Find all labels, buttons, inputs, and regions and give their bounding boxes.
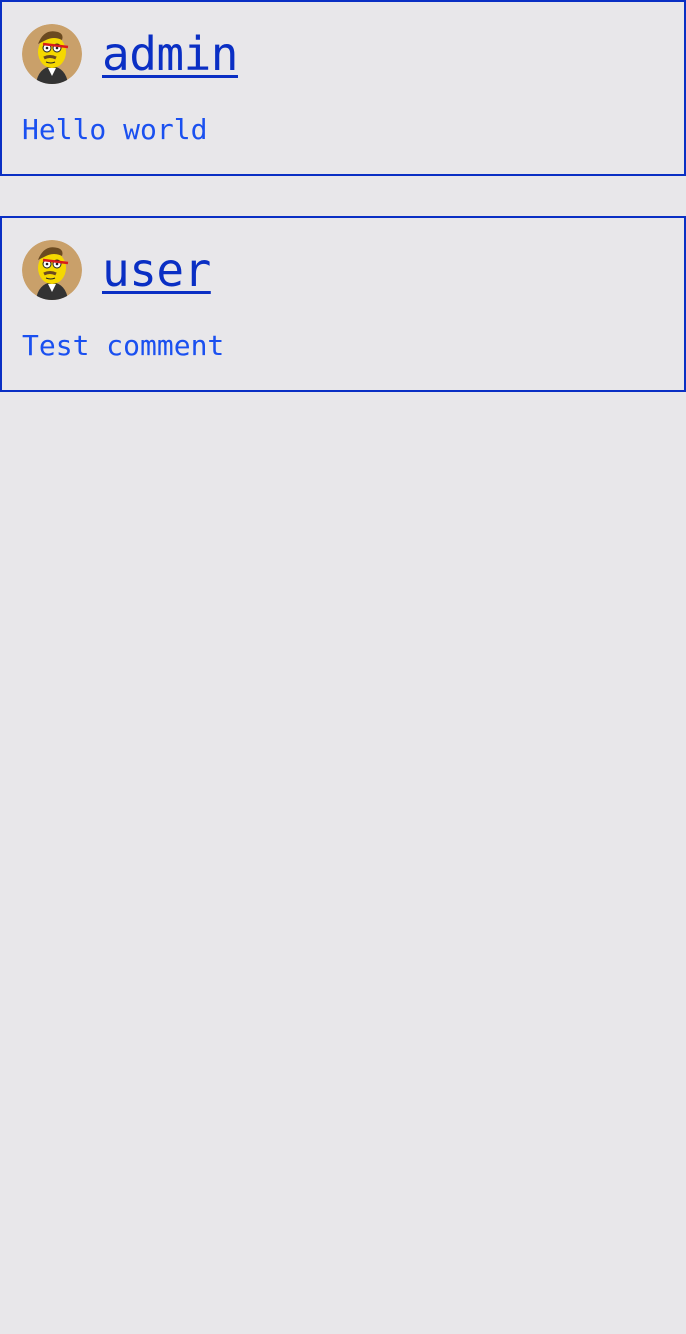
comment-header: admin: [22, 24, 238, 84]
comment-card: admin Hello world: [0, 0, 686, 176]
comment-header: user: [22, 240, 211, 300]
cartoon-avatar-icon: [22, 24, 82, 84]
comment-text: Test comment: [22, 329, 225, 362]
cartoon-avatar-icon: [22, 240, 82, 300]
comment-text: Hello world: [22, 113, 208, 146]
comment-card: user Test comment: [0, 216, 686, 392]
username-link[interactable]: user: [102, 240, 211, 300]
comment-list: admin Hello world user Test comment: [0, 0, 686, 392]
username-link[interactable]: admin: [102, 24, 238, 84]
